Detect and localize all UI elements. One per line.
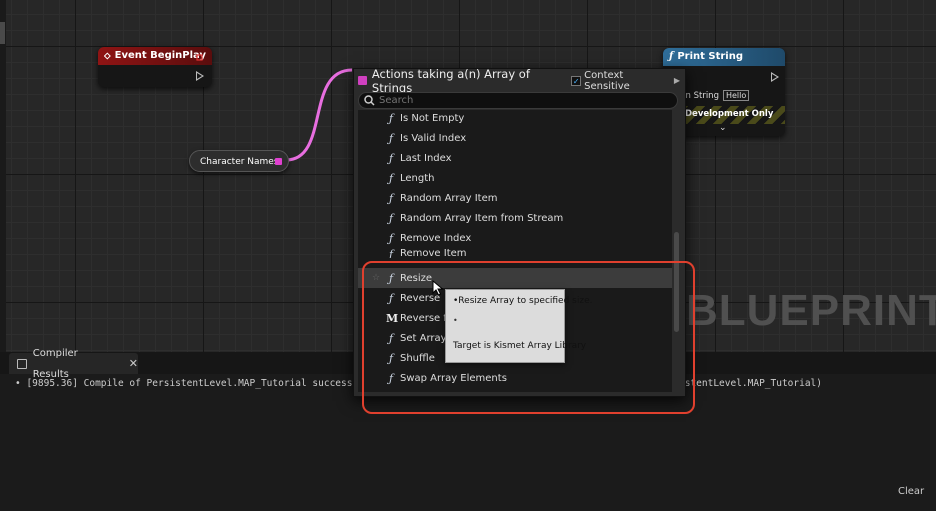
function-icon: ƒ bbox=[669, 51, 674, 62]
in-string-label: In String bbox=[683, 90, 719, 101]
print-string-header: ƒ Print String bbox=[663, 48, 785, 66]
event-begin-play-node[interactable]: Event BeginPlay bbox=[98, 47, 212, 87]
list-item-label: Last Index bbox=[400, 152, 452, 164]
function-icon: ƒ bbox=[388, 191, 394, 205]
print-string-title: Print String bbox=[677, 51, 744, 62]
list-item[interactable]: ƒ Remove Item bbox=[358, 248, 672, 258]
mouse-cursor-icon bbox=[432, 280, 444, 296]
delegate-pin-icon[interactable] bbox=[196, 54, 204, 62]
action-menu-title-bar: Actions taking a(n) Array of Strings ✓ C… bbox=[358, 67, 680, 95]
list-item[interactable]: ƒ Is Valid Index bbox=[358, 128, 672, 148]
list-item[interactable]: ƒ Random Array Item from Stream bbox=[358, 208, 672, 228]
chevron-down-icon[interactable]: ⌄ bbox=[719, 123, 727, 133]
list-item[interactable]: ƒ Is Not Empty bbox=[358, 110, 672, 128]
bullet-icon: • bbox=[15, 378, 27, 389]
clear-button[interactable]: Clear bbox=[898, 486, 924, 497]
character-names-label: Character Names bbox=[200, 157, 279, 167]
checkbox-checked-icon[interactable]: ✓ bbox=[571, 75, 582, 86]
function-icon: ƒ bbox=[388, 131, 394, 145]
chevron-right-icon: ▶ bbox=[673, 76, 680, 85]
context-sensitive-toggle[interactable]: ✓ Context Sensitive ▶ bbox=[571, 70, 680, 92]
character-names-node[interactable]: Character Names bbox=[189, 150, 289, 172]
array-type-icon bbox=[358, 76, 367, 85]
event-begin-play-title: Event BeginPlay bbox=[114, 50, 206, 61]
action-menu-title: Actions taking a(n) Array of Strings bbox=[371, 66, 530, 95]
print-string-exec-out-pin[interactable] bbox=[771, 72, 779, 82]
array-out-pin[interactable] bbox=[275, 158, 282, 165]
list-item[interactable]: ƒ Length bbox=[358, 168, 672, 188]
search-box[interactable] bbox=[358, 92, 678, 109]
function-icon: ƒ bbox=[388, 231, 394, 245]
list-item-label: Length bbox=[400, 172, 435, 184]
function-icon: ƒ bbox=[388, 248, 394, 258]
list-item-label: Remove Item bbox=[400, 248, 467, 258]
search-input[interactable] bbox=[379, 95, 677, 106]
list-item-label: Remove Index bbox=[400, 232, 472, 244]
list-item[interactable]: ƒ Random Array Item bbox=[358, 188, 672, 208]
log-line-tail: istentLevel.MAP_Tutorial) bbox=[679, 378, 822, 389]
in-string-row: In String Hello bbox=[683, 90, 750, 101]
in-string-input[interactable]: Hello bbox=[722, 90, 750, 101]
function-icon: ƒ bbox=[388, 111, 394, 125]
blueprint-watermark: BLUEPRINT bbox=[686, 286, 936, 335]
exec-out-pin[interactable] bbox=[196, 71, 204, 81]
log-message: [9895.36] Compile of PersistentLevel.MAP… bbox=[26, 378, 353, 389]
list-item[interactable]: ƒ Remove Index bbox=[358, 228, 672, 248]
tab-compiler-results[interactable]: Compiler Results ✕ bbox=[9, 348, 138, 380]
log-line: • [9895.36] Compile of PersistentLevel.M… bbox=[15, 378, 352, 389]
list-item-label: Is Valid Index bbox=[400, 132, 467, 144]
function-icon: ƒ bbox=[388, 211, 394, 225]
development-only-label: Development Only bbox=[685, 109, 774, 119]
search-icon bbox=[359, 95, 379, 106]
list-item-label: Random Array Item from Stream bbox=[400, 212, 564, 224]
list-item[interactable]: ƒ Last Index bbox=[358, 148, 672, 168]
list-item-label: Is Not Empty bbox=[400, 112, 465, 124]
compiler-results-icon bbox=[17, 358, 27, 369]
context-sensitive-label: Context Sensitive bbox=[584, 69, 630, 92]
highlight-annotation-box bbox=[362, 261, 695, 414]
event-begin-play-header: Event BeginPlay bbox=[98, 47, 212, 65]
list-item-label: Random Array Item bbox=[400, 192, 498, 204]
function-icon: ƒ bbox=[388, 171, 394, 185]
event-diamond-icon bbox=[104, 52, 111, 60]
function-icon: ƒ bbox=[388, 151, 394, 165]
close-icon[interactable]: ✕ bbox=[129, 353, 138, 374]
